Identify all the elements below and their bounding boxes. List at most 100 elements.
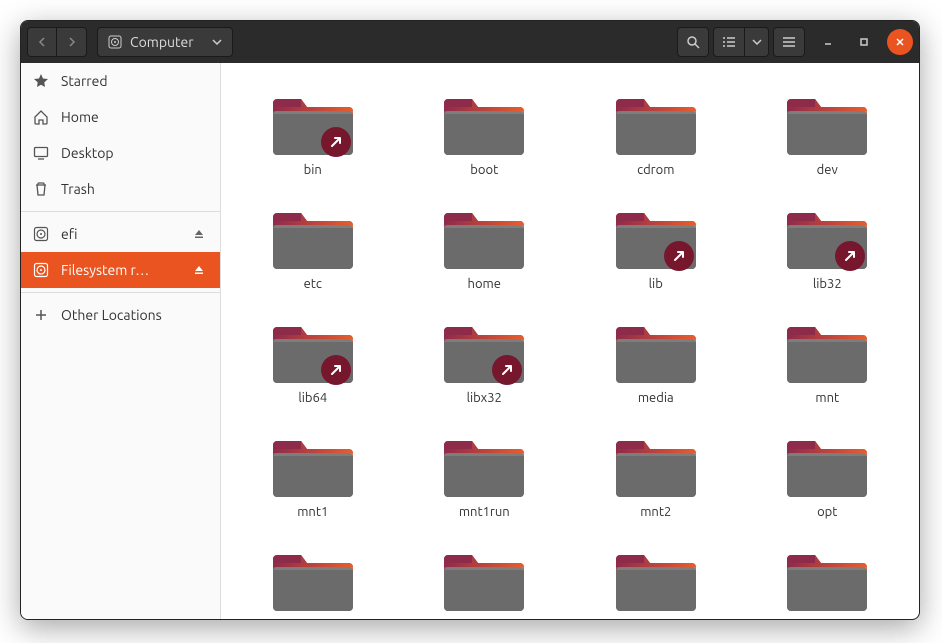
folder-icon — [442, 541, 526, 615]
separator — [21, 292, 220, 293]
folder-label: cdrom — [637, 163, 674, 177]
folder-item[interactable] — [744, 535, 912, 619]
folder-item[interactable]: mnt2 — [572, 421, 740, 525]
folder-icon — [442, 427, 526, 501]
folder-item[interactable]: lib64 — [229, 307, 397, 411]
folder-icon — [614, 313, 698, 387]
folder-icon — [271, 427, 355, 501]
folder-label: lib32 — [813, 277, 842, 291]
folder-item[interactable]: mnt — [744, 307, 912, 411]
sidebar-item-label: Trash — [61, 181, 208, 197]
sidebar-item-desktop[interactable]: Desktop — [21, 135, 220, 171]
folder-label: lib — [649, 277, 663, 291]
file-manager-window: Computer Starre — [20, 20, 920, 620]
folder-icon — [271, 313, 355, 387]
icon-grid: bin boot cdrom dev etc home lib lib32 lib64 libx3… — [229, 79, 911, 619]
hamburger-menu-button[interactable] — [773, 27, 805, 57]
trash-icon — [33, 181, 49, 197]
folder-item[interactable]: dev — [744, 79, 912, 183]
nav-buttons — [27, 27, 87, 57]
folder-label: opt — [817, 505, 837, 519]
back-button[interactable] — [27, 27, 57, 57]
sidebar-item-label: Desktop — [61, 145, 208, 161]
folder-label: libx32 — [467, 391, 502, 405]
close-button[interactable] — [887, 29, 913, 55]
eject-button[interactable] — [190, 261, 208, 279]
sidebar-item-home[interactable]: Home — [21, 99, 220, 135]
folder-icon — [785, 313, 869, 387]
folder-icon — [614, 541, 698, 615]
disk-icon — [33, 226, 49, 242]
list-view-button[interactable] — [713, 27, 745, 57]
folder-item[interactable]: opt — [744, 421, 912, 525]
sidebar-item-starred[interactable]: Starred — [21, 63, 220, 99]
folder-item[interactable]: libx32 — [401, 307, 569, 411]
folder-item[interactable]: lib — [572, 193, 740, 297]
symlink-badge-icon — [664, 241, 694, 271]
folder-label: mnt — [815, 391, 839, 405]
folder-icon — [785, 85, 869, 159]
folder-icon — [271, 85, 355, 159]
folder-icon — [614, 427, 698, 501]
sidebar-item-trash[interactable]: Trash — [21, 171, 220, 207]
symlink-badge-icon — [321, 127, 351, 157]
folder-label: bin — [304, 163, 322, 177]
folder-item[interactable]: etc — [229, 193, 397, 297]
folder-icon — [442, 85, 526, 159]
sidebar: Starred Home Desktop Trash efi Filesystem r… O… — [21, 63, 221, 619]
folder-label: mnt1 — [297, 505, 328, 519]
folder-icon — [785, 199, 869, 273]
folder-label: home — [468, 277, 501, 291]
eject-button[interactable] — [190, 225, 208, 243]
disk-icon — [108, 35, 122, 49]
folder-label: dev — [817, 163, 838, 177]
folder-label: boot — [470, 163, 498, 177]
titlebar: Computer — [21, 21, 919, 63]
view-controls — [713, 27, 769, 57]
folder-icon — [271, 541, 355, 615]
sidebar-mount-efi[interactable]: efi — [21, 216, 220, 252]
sidebar-item-label: Other Locations — [61, 307, 208, 323]
view-options-button[interactable] — [745, 27, 769, 57]
search-button[interactable] — [677, 27, 709, 57]
folder-label: mnt2 — [640, 505, 671, 519]
folder-item[interactable]: bin — [229, 79, 397, 183]
folder-icon — [614, 85, 698, 159]
folder-item[interactable]: mnt1 — [229, 421, 397, 525]
body: Starred Home Desktop Trash efi Filesystem r… O… — [21, 63, 919, 619]
folder-item[interactable] — [229, 535, 397, 619]
forward-button[interactable] — [57, 27, 87, 57]
folder-icon — [614, 199, 698, 273]
star-icon — [33, 73, 49, 89]
folder-item[interactable] — [401, 535, 569, 619]
folder-icon — [785, 427, 869, 501]
folder-icon — [785, 541, 869, 615]
sidebar-item-label: Filesystem r… — [61, 262, 178, 278]
minimize-button[interactable] — [815, 29, 841, 55]
symlink-badge-icon — [321, 355, 351, 385]
content-area[interactable]: bin boot cdrom dev etc home lib lib32 lib64 libx3… — [221, 63, 919, 619]
desktop-icon — [33, 145, 49, 161]
folder-item[interactable] — [572, 535, 740, 619]
folder-item[interactable]: mnt1run — [401, 421, 569, 525]
folder-label: mnt1run — [459, 505, 510, 519]
folder-icon — [271, 199, 355, 273]
sidebar-other-locations[interactable]: Other Locations — [21, 297, 220, 333]
disk-icon — [33, 262, 49, 278]
sidebar-item-label: Starred — [61, 73, 208, 89]
sidebar-item-label: efi — [61, 226, 178, 242]
folder-item[interactable]: media — [572, 307, 740, 411]
path-bar[interactable]: Computer — [97, 27, 233, 57]
folder-item[interactable]: cdrom — [572, 79, 740, 183]
folder-item[interactable]: lib32 — [744, 193, 912, 297]
folder-item[interactable]: home — [401, 193, 569, 297]
sidebar-mount-fsroot[interactable]: Filesystem r… — [21, 252, 220, 288]
separator — [21, 211, 220, 212]
folder-icon — [442, 313, 526, 387]
folder-label: etc — [304, 277, 322, 291]
folder-label: lib64 — [298, 391, 327, 405]
plus-icon — [33, 307, 49, 323]
folder-item[interactable]: boot — [401, 79, 569, 183]
maximize-button[interactable] — [851, 29, 877, 55]
chevron-down-icon — [212, 39, 222, 45]
